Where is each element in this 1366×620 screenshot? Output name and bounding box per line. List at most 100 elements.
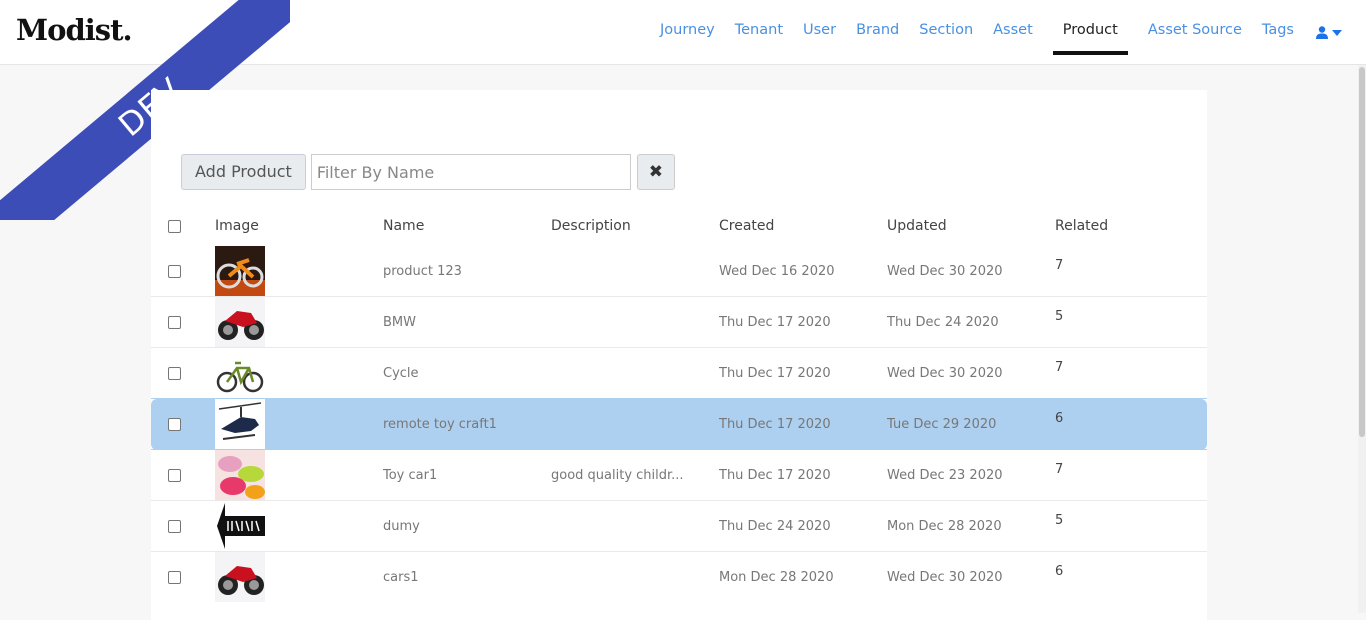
product-thumbnail xyxy=(215,246,265,296)
product-thumbnail xyxy=(215,399,265,449)
user-menu[interactable] xyxy=(1316,0,1342,65)
row-created: Wed Dec 16 2020 xyxy=(719,263,835,279)
row-related: 7 xyxy=(1055,449,1207,501)
product-toolbar: Add Product ✖ xyxy=(181,154,675,190)
table-row[interactable]: Cycle Thu Dec 17 2020 Wed Dec 30 2020 7 xyxy=(151,347,1207,399)
select-all-checkbox[interactable] xyxy=(168,219,181,233)
row-image-cell xyxy=(215,347,383,399)
nav-asset[interactable]: Asset xyxy=(993,0,1033,65)
row-check-cell xyxy=(151,347,215,399)
table-row[interactable]: Toy car1 good quality childr... Thu Dec … xyxy=(151,449,1207,501)
header-name[interactable]: Name xyxy=(383,206,551,246)
row-created: Thu Dec 17 2020 xyxy=(719,296,887,348)
nav-tenant[interactable]: Tenant xyxy=(735,0,783,65)
row-image-cell xyxy=(215,500,383,552)
nav-asset-source[interactable]: Asset Source xyxy=(1148,0,1242,65)
product-thumbnail xyxy=(215,348,265,398)
user-icon xyxy=(1316,26,1328,39)
row-updated: Wed Dec 30 2020 xyxy=(887,263,1003,279)
row-name: Toy car1 xyxy=(383,449,551,501)
row-check-cell xyxy=(151,398,215,450)
row-checkbox[interactable] xyxy=(168,570,181,584)
header-description[interactable]: Description xyxy=(551,206,719,246)
row-check-cell xyxy=(151,500,215,552)
row-created: Thu Dec 17 2020 xyxy=(719,449,887,501)
product-thumbnail xyxy=(215,552,265,602)
row-name: BMW xyxy=(383,296,551,348)
row-created: Thu Dec 17 2020 xyxy=(719,347,887,399)
main-nav: Journey Tenant User Brand Section Asset … xyxy=(640,0,1342,65)
row-check-cell xyxy=(151,449,215,501)
scrollbar-thumb[interactable] xyxy=(1359,67,1365,437)
table-row-selected[interactable]: remote toy craft1 Thu Dec 17 2020 Tue De… xyxy=(151,398,1207,450)
row-description xyxy=(551,551,719,602)
row-updated: Tue Dec 29 2020 xyxy=(887,398,1055,450)
row-checkbox[interactable] xyxy=(168,468,181,482)
row-related: 7 xyxy=(1055,347,1207,399)
add-product-button[interactable]: Add Product xyxy=(181,154,306,190)
row-description xyxy=(551,398,719,450)
clear-filter-button[interactable]: ✖ xyxy=(636,154,675,190)
row-image-cell xyxy=(215,246,383,297)
row-name: dumy xyxy=(383,500,551,552)
row-updated: Thu Dec 24 2020 xyxy=(887,296,1055,348)
row-updated: Mon Dec 28 2020 xyxy=(887,500,1055,552)
nav-brand[interactable]: Brand xyxy=(856,0,899,65)
row-updated: Wed Dec 30 2020 xyxy=(887,347,1055,399)
row-created: Mon Dec 28 2020 xyxy=(719,551,887,602)
nav-section[interactable]: Section xyxy=(919,0,973,65)
nav-journey[interactable]: Journey xyxy=(660,0,715,65)
close-icon: ✖ xyxy=(648,162,663,182)
page-scrollbar[interactable] xyxy=(1358,65,1366,613)
top-navbar: Modist. Journey Tenant User Brand Sectio… xyxy=(0,0,1366,65)
row-description xyxy=(551,347,719,399)
table-header-row: Image Name Description Created Updated R… xyxy=(151,206,1207,246)
row-description xyxy=(551,246,719,297)
nav-product[interactable]: Product xyxy=(1052,0,1128,65)
row-check-cell xyxy=(151,551,215,602)
row-image-cell xyxy=(215,296,383,348)
header-updated[interactable]: Updated xyxy=(887,206,1055,246)
row-name: Cycle xyxy=(383,347,551,399)
table-row[interactable]: cars1 Mon Dec 28 2020 Wed Dec 30 2020 6 xyxy=(151,551,1207,602)
row-created: Thu Dec 17 2020 xyxy=(719,398,887,450)
row-image-cell xyxy=(215,449,383,501)
row-image-cell xyxy=(215,551,383,602)
filter-by-name-input[interactable] xyxy=(310,154,631,190)
nav-tags[interactable]: Tags xyxy=(1262,0,1294,65)
table-row[interactable]: BMW Thu Dec 17 2020 Thu Dec 24 2020 5 xyxy=(151,296,1207,348)
row-related: 6 xyxy=(1055,398,1207,450)
row-related: 6 xyxy=(1055,551,1207,602)
row-description xyxy=(551,500,719,552)
header-related[interactable]: Related xyxy=(1055,206,1207,246)
row-checkbox[interactable] xyxy=(168,366,181,380)
product-table: Image Name Description Created Updated R… xyxy=(151,206,1207,602)
row-checkbox[interactable] xyxy=(168,264,181,278)
product-panel: Add Product ✖ Image Name Description Cre… xyxy=(151,90,1207,620)
row-updated: Wed Dec 23 2020 xyxy=(887,449,1055,501)
row-check-cell xyxy=(151,246,215,297)
header-created[interactable]: Created xyxy=(719,206,887,246)
table-row[interactable]: dumy Thu Dec 24 2020 Mon Dec 28 2020 5 xyxy=(151,500,1207,552)
product-thumbnail xyxy=(215,501,265,551)
product-thumbnail xyxy=(215,450,265,500)
select-all-cell xyxy=(151,206,215,246)
row-related: 7 xyxy=(1055,258,1064,273)
row-name: cars1 xyxy=(383,551,551,602)
row-name: product 123 xyxy=(383,263,462,279)
row-related: 5 xyxy=(1055,500,1207,552)
table-row[interactable]: product 123 Wed Dec 16 2020 Wed Dec 30 2… xyxy=(151,246,1207,297)
row-checkbox[interactable] xyxy=(168,519,181,533)
row-updated: Wed Dec 30 2020 xyxy=(887,551,1055,602)
row-image-cell xyxy=(215,398,383,450)
row-related: 5 xyxy=(1055,296,1207,348)
row-checkbox[interactable] xyxy=(168,417,181,431)
nav-user[interactable]: User xyxy=(803,0,836,65)
row-description xyxy=(551,296,719,348)
row-check-cell xyxy=(151,296,215,348)
row-checkbox[interactable] xyxy=(168,315,181,329)
row-description: good quality childr... xyxy=(551,449,719,501)
header-image[interactable]: Image xyxy=(215,206,383,246)
row-created: Thu Dec 24 2020 xyxy=(719,500,887,552)
brand-logo[interactable]: Modist. xyxy=(16,13,133,47)
